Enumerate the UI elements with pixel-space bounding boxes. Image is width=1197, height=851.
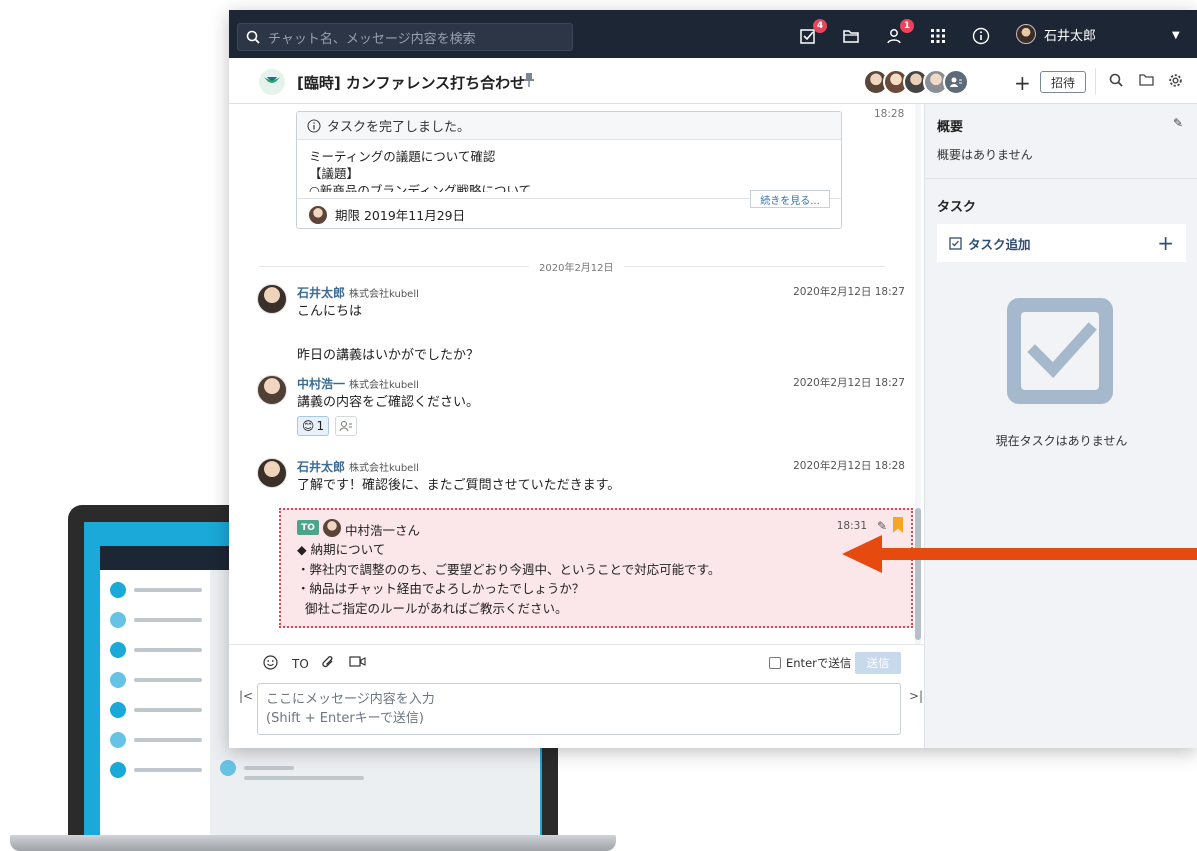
folder-icon[interactable] bbox=[840, 25, 862, 47]
overview-title: 概要 bbox=[937, 120, 964, 135]
task-section-title: タスク bbox=[937, 200, 977, 215]
edit-pencil-icon[interactable]: ✎ bbox=[1173, 116, 1183, 130]
chat-timeline[interactable]: タスクを完了しました。 ミーティングの議題について確認 【議題】 ○新商品のブラ… bbox=[229, 104, 924, 644]
collapse-right-icon[interactable]: >| bbox=[909, 689, 923, 703]
sender-name[interactable]: 石井太郎 株式会社kubell bbox=[297, 284, 419, 301]
video-call-icon[interactable] bbox=[349, 655, 366, 672]
user-avatar bbox=[1016, 24, 1036, 44]
task-empty-checkbox-icon bbox=[1001, 292, 1119, 410]
panel-divider bbox=[925, 178, 1197, 179]
no-tasks-text: 現在タスクはありません bbox=[995, 434, 1128, 448]
highlight-arrow-icon bbox=[842, 535, 1197, 573]
sender-org: 株式会社kubell bbox=[349, 289, 419, 300]
message-time: 2020年2月12日 18:27 bbox=[793, 286, 905, 298]
folder-icon[interactable] bbox=[1139, 73, 1154, 90]
message-text: 了解です！確認後に、またご質問させていただきます。 bbox=[297, 478, 621, 493]
send-button[interactable]: 送信 bbox=[855, 652, 901, 674]
task-icon[interactable]: 4 bbox=[797, 19, 827, 47]
search-icon bbox=[246, 30, 260, 44]
info-icon bbox=[307, 118, 321, 133]
message-input[interactable]: ここにメッセージ内容を入力 (Shift + Enterキーで送信) bbox=[257, 683, 901, 735]
reaction-button[interactable]: 😊 1 bbox=[297, 416, 329, 436]
avatar[interactable] bbox=[257, 284, 287, 314]
pin-icon[interactable] bbox=[524, 72, 534, 91]
checkbox[interactable] bbox=[769, 657, 781, 669]
message-composer: TO Enterで送信 送信 |< ここにメッセージ内容を入力 (Shift +… bbox=[229, 644, 924, 748]
read-more-button[interactable]: 続きを見る... bbox=[750, 190, 830, 208]
chat-app-window: チャット名、メッセージ内容を検索 4 1 石井太郎 ▼ [臨時] カンファレンス… bbox=[229, 10, 1197, 748]
recipient-name: 中村浩一さん bbox=[345, 523, 421, 538]
scrollbar-thumb[interactable] bbox=[915, 508, 921, 640]
checkbox-icon bbox=[949, 236, 962, 250]
contact-request-icon[interactable]: 1 bbox=[884, 19, 914, 47]
top-bar: チャット名、メッセージ内容を検索 4 1 石井太郎 ▼ bbox=[229, 10, 1197, 58]
task-count-badge: 4 bbox=[813, 19, 827, 33]
add-task-button[interactable]: タスク追加 + bbox=[937, 224, 1186, 262]
completed-task-card: タスクを完了しました。 ミーティングの議題について確認 【議題】 ○新商品のブラ… bbox=[296, 111, 842, 229]
enter-to-send-label: Enterで送信 bbox=[786, 656, 852, 670]
room-header: [臨時] カンファレンス打ち合わせ + 招待 bbox=[229, 58, 1197, 104]
to-button[interactable]: TO bbox=[292, 657, 309, 671]
user-menu[interactable]: 石井太郎 bbox=[1016, 24, 1096, 44]
laptop-ui-sidebar bbox=[100, 570, 210, 835]
to-message-highlight[interactable]: TO 中村浩一さん 18:31 ✎ ◆ 納期について ・弊社内で調整ののち、ご要… bbox=[279, 508, 913, 628]
sender-name[interactable]: 石井太郎 株式会社kubell bbox=[297, 458, 419, 475]
add-task-label: タスク追加 bbox=[968, 236, 1031, 252]
message-time: 2020年2月12日 18:27 bbox=[793, 377, 905, 389]
laptop-base bbox=[10, 835, 616, 851]
enter-to-send-checkbox[interactable]: Enterで送信 bbox=[769, 655, 851, 671]
emoji-icon[interactable] bbox=[263, 655, 278, 674]
message-text: こんにちは 昨日の講義はいかがでしたか？ bbox=[297, 304, 480, 363]
bookmark-icon[interactable] bbox=[893, 517, 903, 533]
right-panel: 概要 ✎ 概要はありません タスク タスク追加 + 現在タスクはありません bbox=[924, 104, 1197, 748]
assignee-avatar bbox=[309, 205, 327, 224]
plus-icon[interactable]: + bbox=[1157, 231, 1174, 255]
room-icon bbox=[259, 69, 285, 95]
settings-gear-icon[interactable] bbox=[1168, 73, 1183, 92]
to-badge: TO bbox=[297, 520, 319, 535]
reaction-users-icon[interactable] bbox=[335, 416, 357, 436]
sender-org: 株式会社kubell bbox=[349, 380, 419, 391]
task-deadline: 期限 2019年11月29日 bbox=[335, 208, 466, 223]
search-icon[interactable] bbox=[1109, 73, 1123, 91]
search-placeholder: チャット名、メッセージ内容を検索 bbox=[268, 31, 476, 47]
date-separator: 2020年2月12日 bbox=[229, 259, 915, 274]
header-divider bbox=[1095, 68, 1096, 94]
reaction-count: 1 bbox=[316, 419, 325, 433]
task-description: ミーティングの議題について確認 【議題】 ○新商品のブランディング戦略について bbox=[309, 149, 532, 192]
add-member-icon[interactable]: + bbox=[1014, 71, 1031, 95]
contact-count-badge: 1 bbox=[900, 19, 914, 33]
reaction-emoji-icon: 😊 bbox=[301, 419, 315, 433]
message-text: 講義の内容をご確認ください。 bbox=[297, 395, 480, 410]
member-list-icon[interactable] bbox=[943, 69, 969, 95]
message-time: 2020年2月12日 18:28 bbox=[793, 460, 905, 472]
edit-pencil-icon[interactable]: ✎ bbox=[877, 519, 887, 533]
date-separator-text: 2020年2月12日 bbox=[529, 259, 624, 274]
member-avatars[interactable] bbox=[863, 69, 969, 95]
collapse-left-icon[interactable]: |< bbox=[239, 689, 253, 703]
input-placeholder-line2: (Shift + Enterキーで送信) bbox=[266, 711, 424, 726]
user-name: 石井太郎 bbox=[1044, 28, 1097, 44]
message-time: 18:28 bbox=[874, 108, 905, 120]
info-icon[interactable] bbox=[970, 25, 992, 47]
sender-name[interactable]: 中村浩一 株式会社kubell bbox=[297, 375, 419, 392]
attach-file-icon[interactable] bbox=[321, 655, 336, 674]
overview-text: 概要はありません bbox=[937, 148, 1033, 162]
sender-org: 株式会社kubell bbox=[349, 463, 419, 474]
input-placeholder-line1: ここにメッセージ内容を入力 bbox=[266, 692, 435, 707]
caret-down-icon[interactable]: ▼ bbox=[1172, 30, 1180, 41]
avatar[interactable] bbox=[257, 458, 287, 488]
apps-grid-icon[interactable] bbox=[927, 25, 949, 47]
message-time: 18:31 bbox=[836, 520, 867, 532]
recipient-avatar bbox=[323, 519, 341, 537]
to-message-text: ◆ 納期について ・弊社内で調整ののち、ご要望どおり今週中、ということで対応可能… bbox=[297, 542, 721, 616]
search-input[interactable]: チャット名、メッセージ内容を検索 bbox=[237, 23, 573, 51]
invite-button[interactable]: 招待 bbox=[1040, 71, 1086, 93]
avatar[interactable] bbox=[257, 375, 287, 405]
room-title: [臨時] カンファレンス打ち合わせ bbox=[297, 74, 526, 92]
task-complete-text: タスクを完了しました。 bbox=[327, 120, 471, 135]
